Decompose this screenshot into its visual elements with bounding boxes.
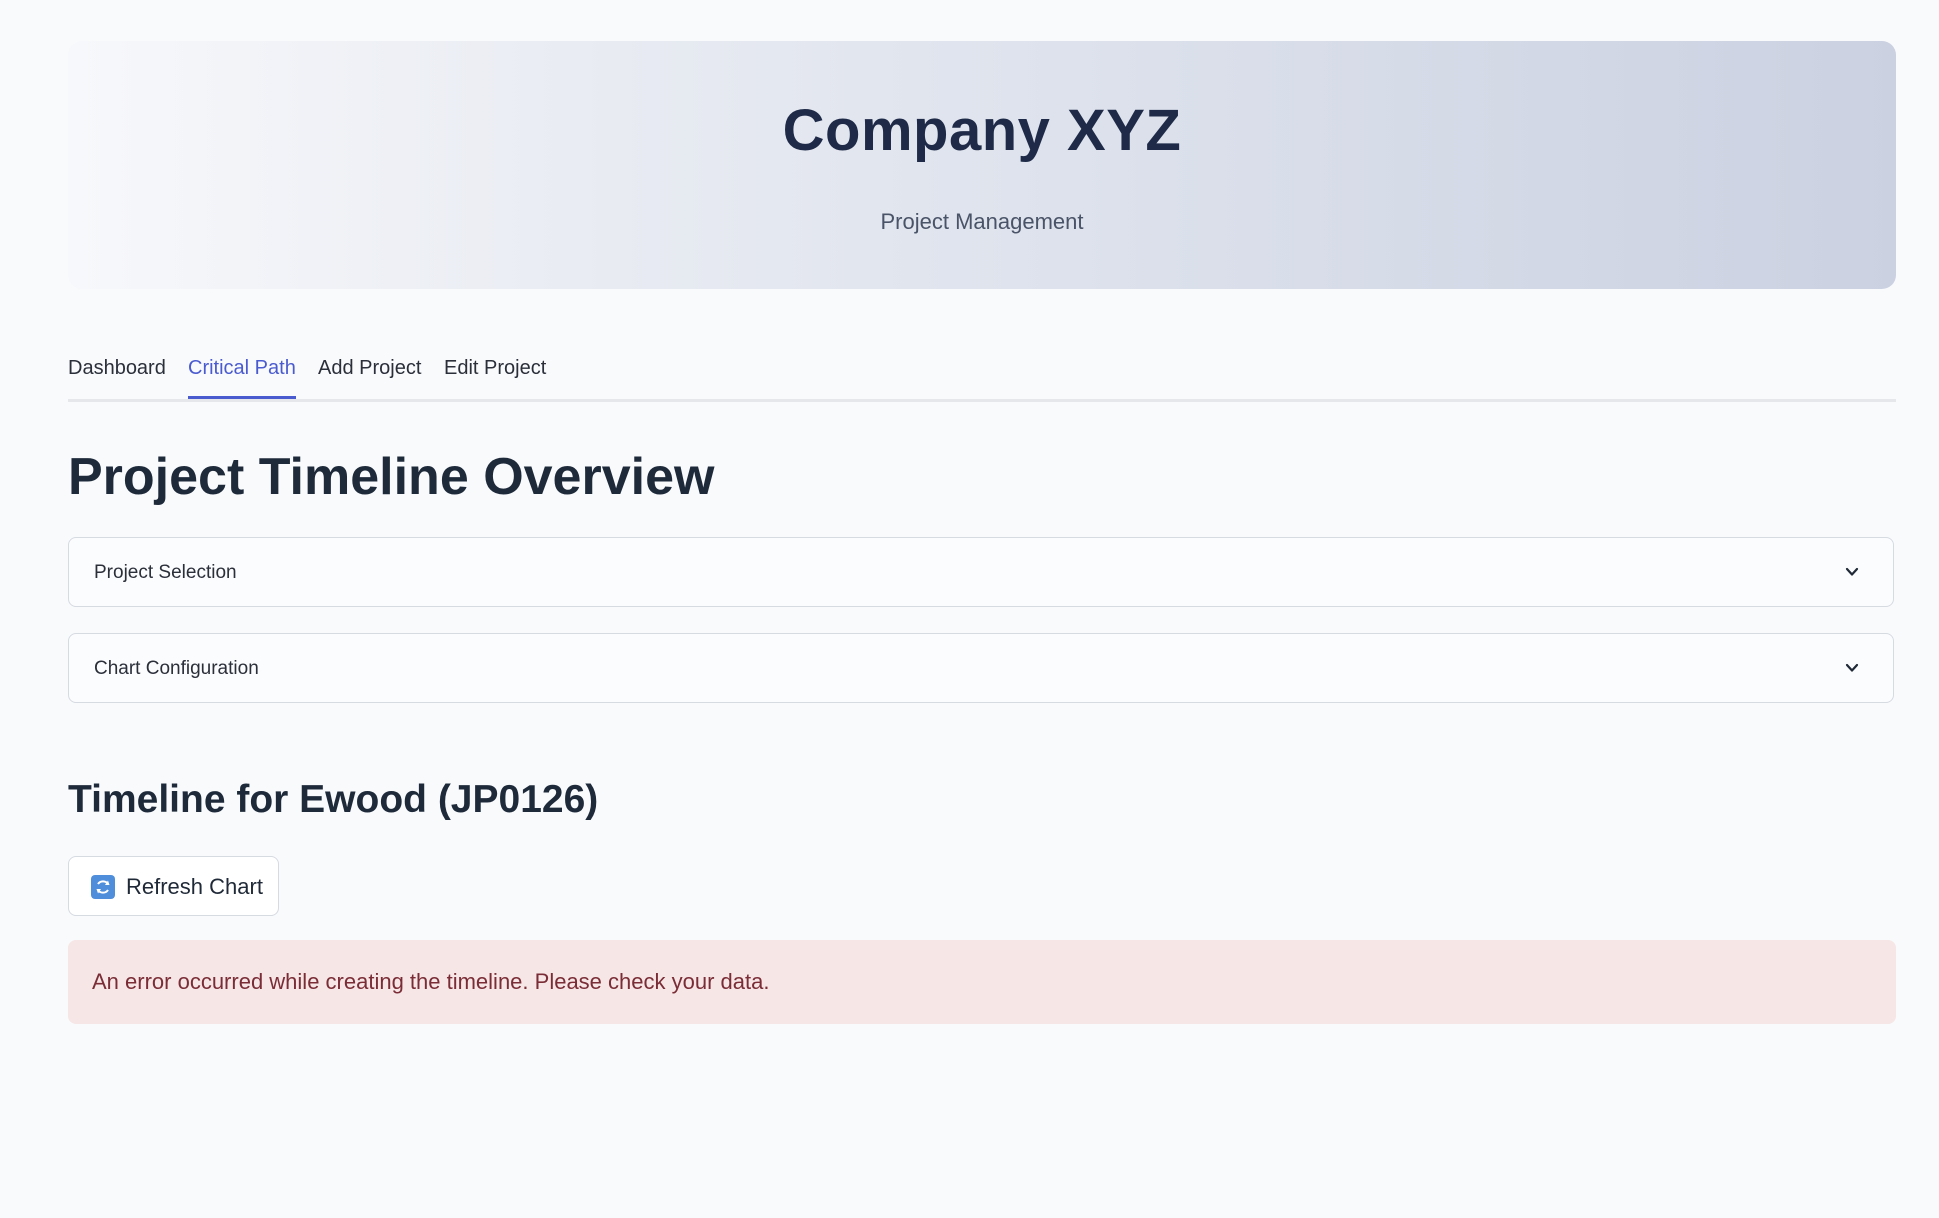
chart-configuration-expander[interactable]: Chart Configuration bbox=[68, 633, 1894, 703]
tab-edit-project[interactable]: Edit Project bbox=[444, 349, 546, 396]
refresh-icon bbox=[91, 875, 115, 899]
error-message: An error occurred while creating the tim… bbox=[92, 969, 770, 994]
project-selection-expander[interactable]: Project Selection bbox=[68, 537, 1894, 607]
tab-bar: Dashboard Critical Path Add Project Edit… bbox=[68, 349, 1896, 402]
tab-dashboard[interactable]: Dashboard bbox=[68, 349, 166, 396]
timeline-section-title: Timeline for Ewood (JP0126) bbox=[68, 778, 599, 821]
header-banner: Company XYZ Project Management bbox=[68, 41, 1896, 289]
chevron-down-icon bbox=[1845, 663, 1859, 672]
company-subtitle: Project Management bbox=[880, 209, 1084, 234]
expander-label: Chart Configuration bbox=[94, 658, 259, 679]
page-title: Project Timeline Overview bbox=[68, 448, 715, 506]
refresh-chart-label: Refresh Chart bbox=[126, 874, 263, 899]
error-alert: An error occurred while creating the tim… bbox=[68, 940, 1896, 1024]
tab-critical-path[interactable]: Critical Path bbox=[188, 349, 296, 399]
expander-label: Project Selection bbox=[94, 562, 237, 583]
refresh-chart-button[interactable]: Refresh Chart bbox=[68, 856, 279, 916]
company-title: Company XYZ bbox=[782, 98, 1182, 163]
app-container: Company XYZ Project Management Dashboard… bbox=[68, 41, 1896, 1024]
chevron-down-icon bbox=[1845, 567, 1859, 576]
tab-add-project[interactable]: Add Project bbox=[318, 349, 421, 396]
